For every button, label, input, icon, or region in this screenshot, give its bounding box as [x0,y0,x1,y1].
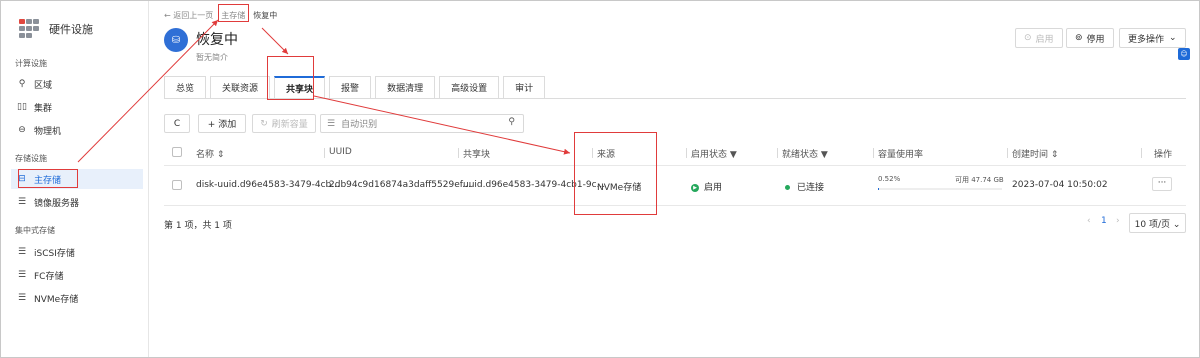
storage-icon: ☰ [17,270,27,280]
sidebar-item-cluster[interactable]: ▯▯ 集群 [11,97,143,117]
usage-free: 可用 47.74 GB [955,176,1004,184]
tab-related-resources[interactable]: 关联资源 [210,76,271,98]
column-capacity: 容量使用率 [878,150,924,160]
enable-button[interactable]: ⊙ 启用 [1015,28,1063,48]
search-input[interactable]: ☰ 自动识别 ⚲ [320,114,524,133]
filter-icon: ☰ [327,118,336,129]
column-separator [1141,148,1142,158]
column-separator [777,148,778,158]
cell-uuid: 2db94c9d16874a3daff5529ef... [329,180,471,190]
brand-title: 硬件设施 [49,23,93,36]
sidebar-item-host[interactable]: ⊖ 物理机 [11,120,143,140]
annotation-box-source [574,132,657,215]
usage-progress-fill [878,188,879,190]
refresh-small-icon: ↻ [260,118,268,129]
tab-audit[interactable]: 审计 [503,76,546,98]
page-title: 恢复中 [196,32,238,48]
sidebar-item-iscsi[interactable]: ☰ iSCSI存储 [11,242,143,262]
sidebar-item-nvme[interactable]: ☰ NVMe存储 [11,288,143,308]
tab-alarm[interactable]: 报警 [329,76,372,98]
search-placeholder: 自动识别 [341,120,378,130]
sidebar-item-image-server[interactable]: ☰ 镜像服务器 [11,192,143,212]
group-title-storage: 存储设施 [15,154,47,163]
image-server-icon: ☰ [17,197,27,207]
play-circle-icon: ⊙ [1024,33,1032,43]
tabs-divider [164,98,1186,99]
row-divider [164,205,1186,206]
storage-icon: ☰ [17,293,27,303]
column-separator [1007,148,1008,158]
column-separator [686,148,687,158]
filter-icon: ▼ [729,150,737,160]
column-actions: 操作 [1154,150,1173,160]
pagination-count: 第 1 项，共 1 项 [164,221,232,231]
column-shared-block: 共享块 [463,150,491,160]
storage-title-icon: ⛁ [164,28,188,52]
annotation-box-sidebar [18,169,78,188]
back-link[interactable]: ← 返回上一页 [164,10,213,21]
column-enable-state[interactable]: 启用状态 ▼ [691,147,737,160]
column-separator [324,148,325,158]
refresh-capacity-button[interactable]: ↻ 刷新容量 [252,114,316,133]
breadcrumb-current: 恢复中 [253,11,278,20]
page-number-1[interactable]: 1 [1101,216,1107,226]
cluster-icon: ▯▯ [17,102,27,112]
chat-icon[interactable]: ☺ [1178,48,1190,60]
header-divider [164,165,1186,166]
annotation-box-tab [267,56,314,100]
add-button[interactable]: + 添加 [198,114,246,133]
sidebar-item-fc[interactable]: ☰ FC存储 [11,265,143,285]
disable-button[interactable]: ⊚ 停用 [1066,28,1114,48]
filter-icon: ▼ [820,150,828,160]
refresh-icon: C [173,118,181,129]
usage-percent: 0.52% [878,175,901,183]
tab-data-cleanup[interactable]: 数据清理 [375,76,436,98]
column-separator [873,148,874,158]
storage-icon: ☰ [17,247,27,257]
page-subtitle: 暂无简介 [196,53,228,62]
sidebar-item-zone[interactable]: ⚲ 区域 [11,74,143,94]
prev-page-button[interactable]: ‹ [1087,216,1091,226]
cell-created: 2023-07-04 10:50:02 [1012,180,1108,190]
column-created[interactable]: 创建时间 ⇕ [1012,147,1058,160]
sort-icon: ⇕ [216,150,225,160]
group-title-central-storage: 集中式存储 [15,226,55,235]
cell-ready-state: 已连接 [785,180,824,193]
column-separator [458,148,459,158]
stop-circle-icon: ⊚ [1075,33,1083,43]
row-checkbox[interactable] [172,180,182,190]
page-size-select[interactable]: 10 项/页 ⌄ [1129,213,1186,233]
chevron-down-icon: ⌄ [1169,33,1177,43]
enabled-status-icon: ▶ [691,183,699,192]
group-title-compute: 计算设施 [15,59,47,68]
tab-advanced-settings[interactable]: 高级设置 [439,76,500,98]
refresh-button[interactable]: C [164,114,190,133]
sort-icon: ⇕ [1050,150,1059,160]
select-all-checkbox[interactable] [172,147,182,157]
usage-progress-bar [878,188,1002,190]
location-icon: ⚲ [18,79,26,89]
row-more-button[interactable]: ··· [1152,177,1172,191]
column-ready-state[interactable]: 就绪状态 ▼ [782,147,828,160]
host-icon: ⊖ [18,125,26,135]
brand: 硬件设施 [19,19,93,39]
column-uuid: UUID [329,147,352,157]
connected-status-icon [785,185,790,190]
next-page-button[interactable]: › [1116,216,1120,226]
cell-name[interactable]: disk-uuid.d96e4583-3479-4cb... [196,180,340,190]
cell-enable-state: ▶ 启用 [691,180,722,193]
tab-overview[interactable]: 总览 [164,76,207,98]
annotation-box-breadcrumb [218,4,249,22]
tab-bar: 总览 关联资源 共享块 报警 数据清理 高级设置 审计 [164,76,549,98]
hardware-logo-icon [19,19,39,39]
more-actions-button[interactable]: 更多操作 ⌄ [1119,28,1186,48]
search-icon: ⚲ [508,117,515,127]
column-name[interactable]: 名称 ⇕ [196,147,224,160]
